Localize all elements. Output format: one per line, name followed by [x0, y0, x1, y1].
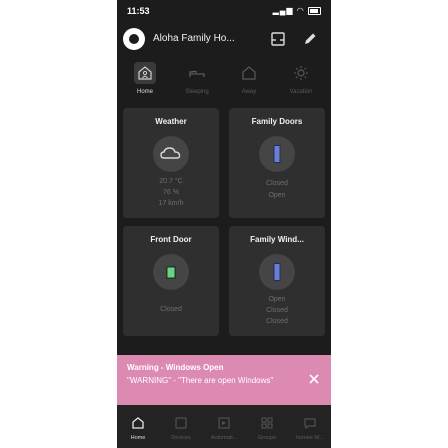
- nav-devices[interactable]: Devices: [160, 405, 202, 448]
- weather-humidity: 76 %: [163, 189, 179, 196]
- tab-away[interactable]: Away: [229, 58, 269, 100]
- card-title: Weather: [155, 117, 187, 126]
- devices-icon: [175, 417, 187, 429]
- automation-icon: [218, 417, 230, 429]
- windows-badge: [259, 254, 295, 290]
- app-screen: 11:53 ▂▄▆ ◠ Aloha Family Ho... Home Slee…: [117, 0, 331, 448]
- doors-badge: [259, 136, 295, 172]
- home-name-title[interactable]: Aloha Family Ho...: [153, 33, 235, 44]
- door-status: Closed: [266, 180, 288, 187]
- close-icon[interactable]: [307, 372, 321, 386]
- door-icon: [273, 145, 281, 163]
- tab-home[interactable]: Home: [125, 58, 165, 100]
- tab-label: Away: [241, 89, 257, 95]
- tab-label: Vacation: [289, 89, 313, 95]
- nav-homee[interactable]: homee W...: [289, 405, 331, 448]
- tab-sleeping[interactable]: Sleeping: [177, 58, 217, 100]
- card-family-windows[interactable]: Family Wind... Open Closed Closed: [229, 226, 325, 336]
- card-family-doors[interactable]: Family Doors Closed Open: [229, 108, 325, 218]
- weather-badge: [153, 136, 189, 172]
- tab-label: Home: [136, 89, 153, 95]
- wifi-icon: ◠: [296, 6, 305, 15]
- card-front-door[interactable]: Front Door Closed: [123, 226, 219, 336]
- home-icon: [132, 417, 144, 429]
- groups-icon: [261, 417, 273, 429]
- nav-automations[interactable]: Automati...: [203, 405, 245, 448]
- cloud-icon: [160, 147, 181, 159]
- front-door-badge: [153, 254, 189, 290]
- bed-icon: [189, 70, 205, 77]
- card-weather[interactable]: Weather 20.7 °C 76 % 17 km/h: [123, 108, 219, 218]
- nav-label: Devices: [171, 435, 191, 441]
- window-icon: [273, 263, 281, 281]
- status-bar: 11:53 ▂▄▆ ◠: [117, 0, 331, 22]
- edit-pencil-icon[interactable]: [301, 30, 319, 48]
- homee-logo-icon[interactable]: [123, 28, 145, 50]
- homee-icon: [304, 418, 316, 430]
- window-status: Closed: [266, 307, 288, 314]
- nav-groups[interactable]: Groups: [246, 405, 288, 448]
- nav-label: homee W...: [296, 435, 324, 441]
- toast-title: Warning - Windows Open: [127, 363, 224, 372]
- away-house-icon: [242, 66, 256, 80]
- door-status: Open: [268, 192, 286, 199]
- nav-label: Automati...: [210, 435, 238, 441]
- card-title: Family Doors: [251, 117, 303, 126]
- tab-label: Sleeping: [185, 89, 209, 95]
- weather-wind: 17 km/h: [158, 200, 184, 207]
- status-icons: ▂▄▆ ◠: [273, 6, 321, 15]
- door-icon: [166, 266, 176, 279]
- nav-label: Home: [130, 435, 146, 441]
- weather-temperature: 20.7 °C: [159, 178, 183, 185]
- tab-vacation[interactable]: Vacation: [281, 58, 321, 100]
- nav-home[interactable]: Home: [117, 405, 159, 448]
- toast-message: "WARNING" - "There are open Windows": [127, 376, 274, 385]
- door-status: Closed: [160, 306, 182, 313]
- bottom-navigation: Home Devices Automati... Groups homee W.…: [117, 405, 331, 448]
- signal-icon: ▂▄▆: [272, 6, 294, 15]
- header-bar: Aloha Family Ho...: [117, 26, 331, 54]
- battery-icon: [308, 6, 321, 15]
- home-icon: [134, 62, 156, 84]
- notifications-icon[interactable]: [269, 30, 287, 48]
- nav-label: Groups: [257, 435, 277, 441]
- warning-toast[interactable]: Warning - Windows Open "WARNING" - "Ther…: [117, 355, 331, 405]
- card-title: Family Wind...: [250, 235, 304, 244]
- card-title: Front Door: [150, 235, 192, 244]
- status-time: 11:53: [127, 6, 150, 16]
- sun-icon: [294, 66, 308, 80]
- window-status: Closed: [266, 318, 288, 325]
- mode-tabs: Home Sleeping Away Vacation: [117, 58, 331, 100]
- window-status: Open: [268, 296, 286, 303]
